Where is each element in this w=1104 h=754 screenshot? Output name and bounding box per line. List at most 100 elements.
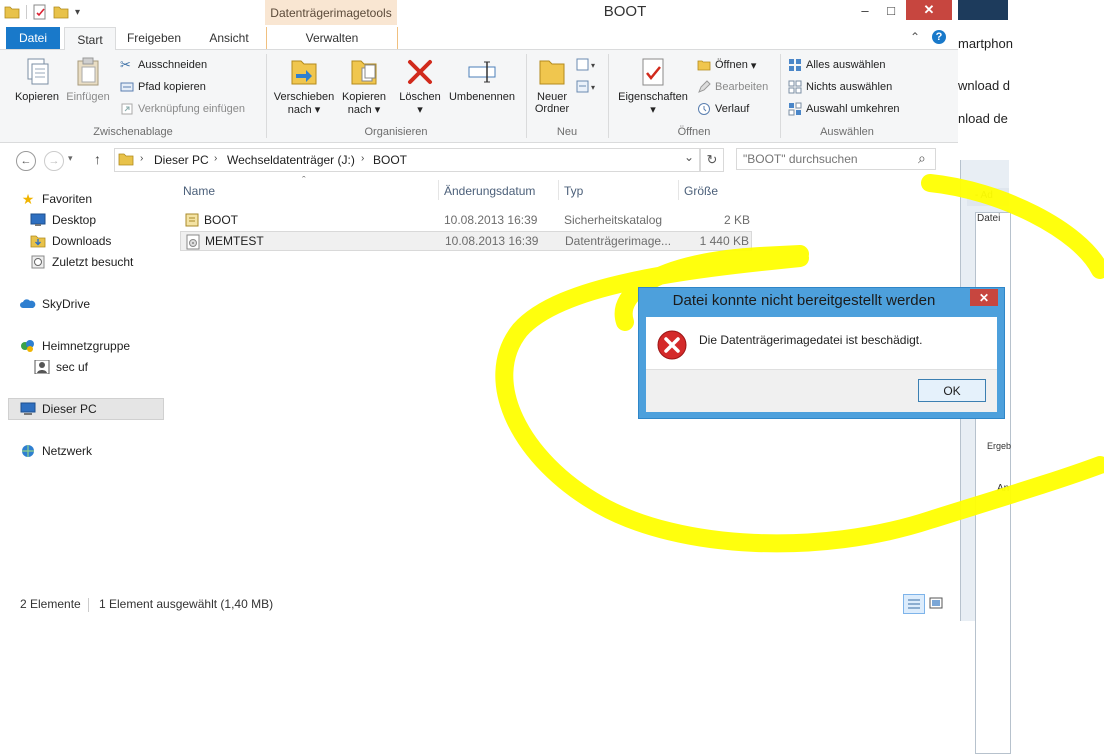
nav-item-skydrive[interactable]: SkyDrive xyxy=(20,295,90,313)
desktop-icon xyxy=(30,213,46,226)
copy-to-button[interactable]: Kopieren nach ▾ xyxy=(339,56,389,116)
invert-selection-button[interactable]: Auswahl umkehren xyxy=(788,102,900,116)
column-header-name[interactable]: Name xyxy=(183,184,215,198)
select-none-label: Nichts auswählen xyxy=(806,81,893,93)
search-icon[interactable]: ⌕ xyxy=(918,150,926,167)
breadcrumb-drive[interactable]: Wechseldatenträger (J:) xyxy=(227,153,355,167)
tab-manage[interactable]: Verwalten xyxy=(266,27,398,49)
paste-button[interactable]: Einfügen xyxy=(64,56,112,103)
breadcrumb-separator: › xyxy=(214,153,218,164)
column-header-size[interactable]: Größe xyxy=(684,184,718,198)
open-button[interactable]: Öffnen ▾ xyxy=(697,58,756,72)
edit-button[interactable]: Bearbeiten xyxy=(697,80,768,94)
context-tab-header: Datenträgerimagetools xyxy=(265,0,397,25)
properties-checkmark-icon xyxy=(642,58,664,86)
dropdown-arrow-icon: ▾ xyxy=(650,104,656,116)
new-item-button[interactable]: ▾ xyxy=(576,58,600,75)
large-icons-view-icon xyxy=(929,597,943,609)
nav-item-downloads[interactable]: Downloads xyxy=(30,232,111,250)
edit-icon xyxy=(698,80,711,93)
background-text: martphon xyxy=(958,36,1013,51)
details-view-icon xyxy=(908,599,920,609)
tab-file[interactable]: Datei xyxy=(6,27,60,49)
nav-item-recent[interactable]: Zuletzt besucht xyxy=(30,253,133,271)
folder-icon xyxy=(118,153,134,166)
error-dialog: Datei konnte nicht bereitgestellt werden… xyxy=(638,287,1005,419)
properties-button[interactable]: Eigenschaften ▾ xyxy=(614,56,692,116)
search-input[interactable] xyxy=(736,148,936,170)
status-selection: 1 Element ausgewählt (1,40 MB) xyxy=(99,597,274,611)
new-folder-button[interactable]: Neuer Ordner xyxy=(530,56,574,115)
nav-item-homegroup[interactable]: Heimnetzgruppe xyxy=(20,337,130,355)
ok-button[interactable]: OK xyxy=(918,379,986,402)
minimize-ribbon-chevron-icon[interactable]: ⌃ xyxy=(910,30,920,44)
nav-label: Dieser PC xyxy=(42,402,97,416)
customize-toolbar-icon[interactable]: ▾ xyxy=(75,7,80,18)
tab-share[interactable]: Freigeben xyxy=(118,27,190,49)
close-button[interactable]: ✕ xyxy=(906,0,952,20)
column-header-date[interactable]: Änderungsdatum xyxy=(444,184,535,198)
tab-start[interactable]: Start xyxy=(64,27,116,51)
breadcrumb-this-pc[interactable]: Dieser PC xyxy=(154,153,209,167)
open-group-label: Öffnen xyxy=(677,126,711,138)
background-text: wnload d xyxy=(958,78,1011,93)
properties-icon[interactable] xyxy=(33,4,47,20)
recent-locations-icon[interactable]: ▾ xyxy=(68,153,73,164)
svg-text:▾: ▾ xyxy=(591,61,595,70)
nav-item-network[interactable]: Netzwerk xyxy=(20,442,92,460)
rename-icon xyxy=(468,61,496,83)
easy-access-button[interactable]: ▾ xyxy=(576,80,600,97)
dialog-close-button[interactable]: ✕ xyxy=(970,289,998,306)
background-header-strip xyxy=(958,0,1008,20)
nav-item-this-pc[interactable]: Dieser PC xyxy=(20,400,97,418)
tab-view[interactable]: Ansicht xyxy=(196,27,262,49)
refresh-button[interactable]: ↻ xyxy=(700,148,724,172)
select-all-button[interactable]: Alles auswählen xyxy=(788,58,886,72)
file-size: 1 440 KB xyxy=(699,234,749,248)
forward-button[interactable]: → xyxy=(44,151,64,171)
select-none-icon xyxy=(788,80,802,94)
copy-path-icon xyxy=(120,82,134,92)
column-header-type[interactable]: Typ xyxy=(564,184,583,198)
help-icon[interactable]: ? xyxy=(932,30,946,44)
nav-item-desktop[interactable]: Desktop xyxy=(30,211,96,229)
nav-label: Netzwerk xyxy=(42,444,93,458)
folder-icon[interactable] xyxy=(4,5,20,19)
nav-item-favorites[interactable]: ★ Favoriten xyxy=(20,190,92,208)
file-type: Datenträgerimage... xyxy=(565,234,672,248)
delete-button[interactable]: Löschen ▾ xyxy=(397,56,443,116)
details-view-button[interactable] xyxy=(903,594,925,614)
new-item-icon: ▾ xyxy=(576,58,595,71)
paste-icon xyxy=(77,57,99,86)
network-icon xyxy=(22,445,34,457)
maximize-button[interactable]: □ xyxy=(878,0,904,20)
history-button[interactable]: Verlauf xyxy=(697,102,749,116)
dialog-body: Die Datenträgerimagedatei ist beschädigt… xyxy=(646,317,997,412)
minimize-button[interactable]: – xyxy=(852,0,878,20)
file-row[interactable]: BOOT 10.08.2013 16:39 Sicherheitskatalog… xyxy=(180,210,752,230)
nav-item-user[interactable]: sec uf xyxy=(34,358,88,376)
up-button[interactable]: ↑ xyxy=(94,151,101,167)
address-dropdown-icon[interactable]: ⌄ xyxy=(684,150,694,164)
rename-button[interactable]: Umbenennen xyxy=(445,56,519,103)
background-text: nload de xyxy=(958,111,1008,126)
homegroup-icon xyxy=(21,340,34,352)
paste-shortcut-button[interactable]: Verknüpfung einfügen xyxy=(120,102,245,116)
nav-label: Desktop xyxy=(52,213,97,227)
breadcrumb-boot[interactable]: BOOT xyxy=(373,153,407,167)
file-name: BOOT xyxy=(204,213,239,227)
new-folder-icon[interactable] xyxy=(53,5,69,19)
properties-label: Eigenschaften xyxy=(618,91,688,103)
breadcrumb-separator: › xyxy=(361,153,365,164)
copy-button[interactable]: Kopieren xyxy=(12,56,62,103)
back-button[interactable]: ← xyxy=(16,151,36,171)
copy-path-button[interactable]: Pfad kopieren xyxy=(120,80,206,94)
select-none-button[interactable]: Nichts auswählen xyxy=(788,80,892,94)
cut-button[interactable]: ✂ Ausschneiden xyxy=(120,57,207,72)
file-row-selected[interactable]: MEMTEST 10.08.2013 16:39 Datenträgerimag… xyxy=(180,231,752,251)
new-folder-label-line1: Neuer xyxy=(537,91,567,103)
computer-icon xyxy=(20,402,36,415)
move-to-button[interactable]: Verschieben nach ▾ xyxy=(271,56,337,116)
select-group-label: Auswählen xyxy=(820,126,874,138)
large-icons-view-button[interactable] xyxy=(927,594,945,612)
